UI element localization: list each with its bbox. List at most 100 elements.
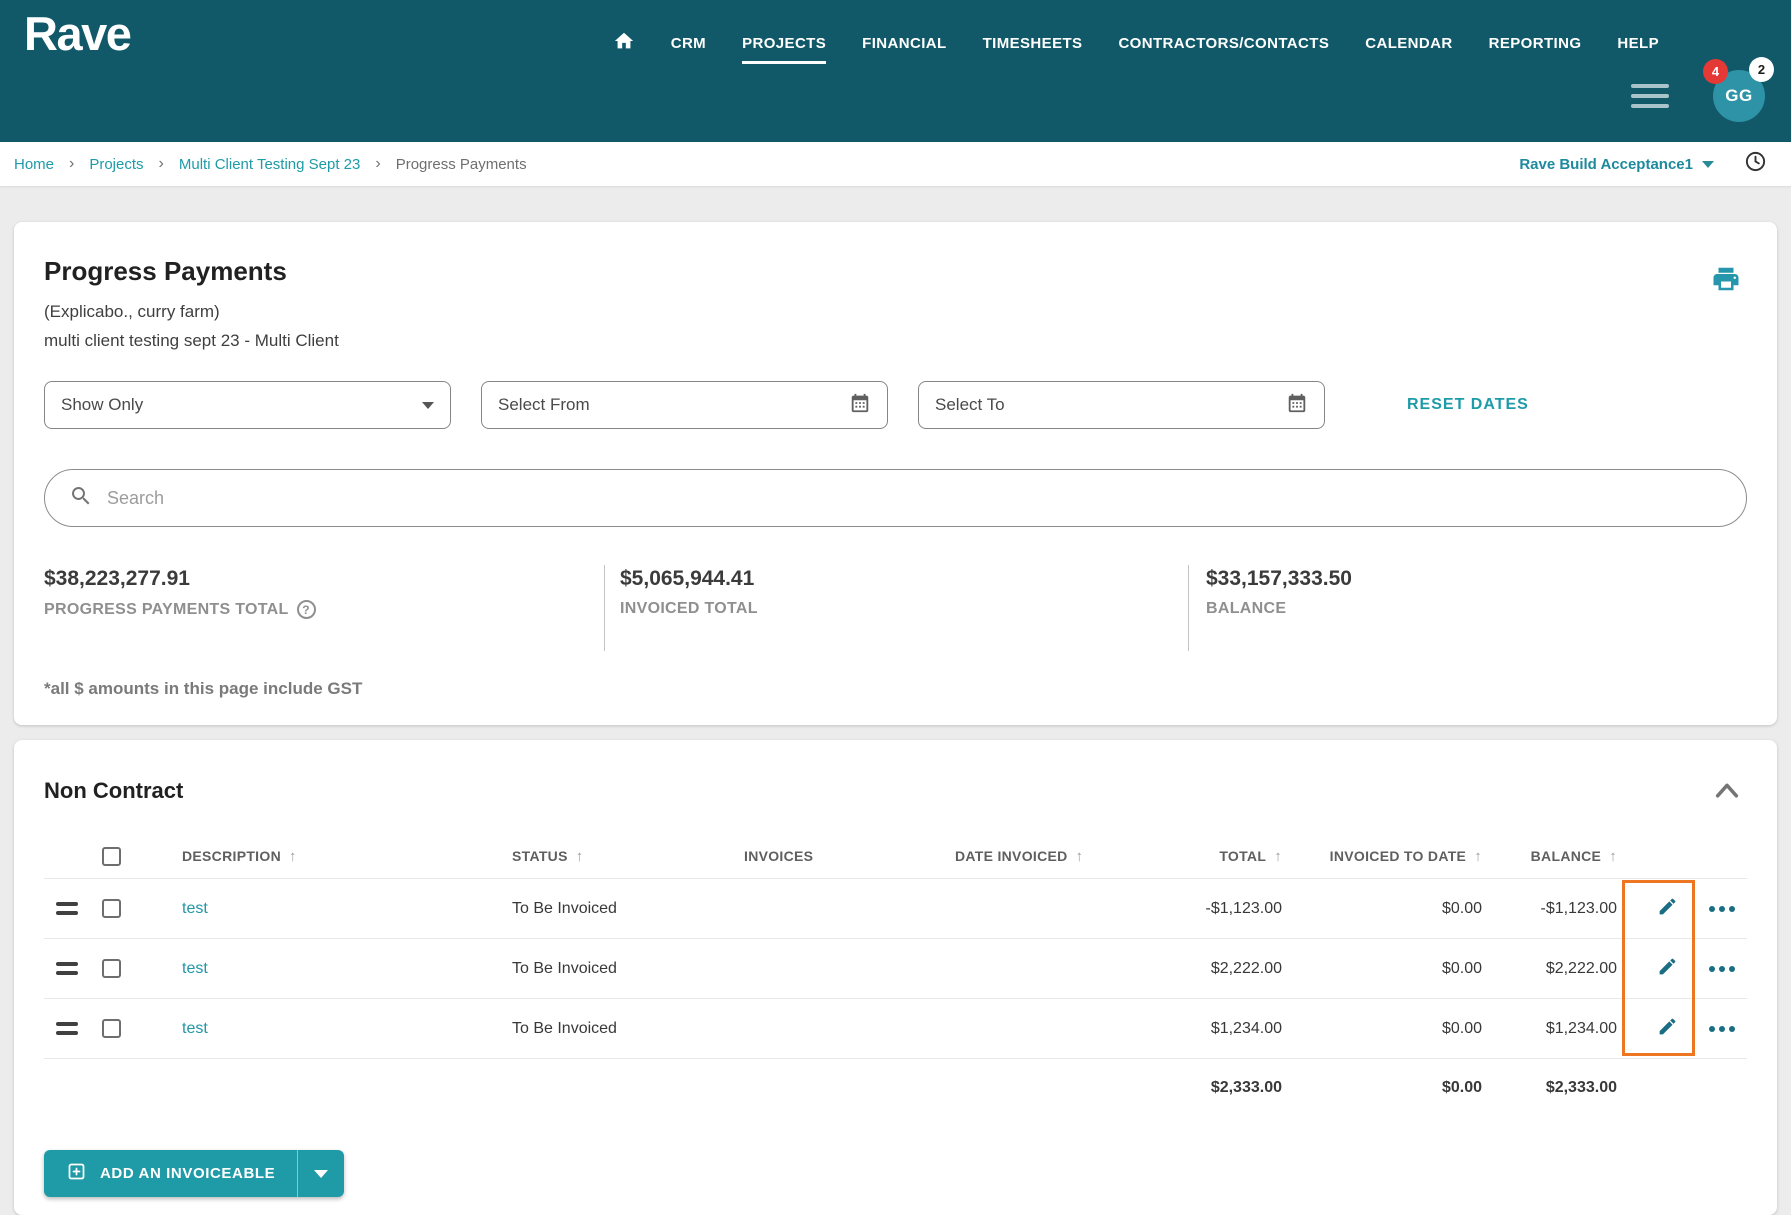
breadcrumb: Home › Projects › Multi Client Testing S… [14,155,527,173]
row-menu-button[interactable] [1709,965,1735,972]
invoiced-total-label: INVOICED TOTAL [620,600,758,617]
home-nav-button[interactable] [613,30,635,57]
drag-handle[interactable] [56,902,78,915]
pencil-icon [1657,956,1678,982]
totals-total: $2,333.00 [1210,1078,1282,1096]
nav-item-timesheets[interactable]: TIMESHEETS [983,35,1083,52]
page-subtitle-project: multi client testing sept 23 - Multi Cli… [44,331,339,350]
row-menu-button[interactable] [1709,905,1735,912]
progress-payments-total-label: PROGRESS PAYMENTS TOTAL [44,600,289,618]
plus-box-icon [66,1161,87,1186]
column-header-description[interactable]: DESCRIPTION ↑ [156,848,482,865]
breadcrumb-separator-icon: › [375,155,381,172]
totals-balance: $2,333.00 [1545,1078,1617,1096]
total-amount: $2,222.00 [1210,959,1282,977]
sort-asc-icon: ↑ [575,847,584,865]
show-only-dropdown[interactable]: Show Only [44,381,451,429]
home-icon [613,30,635,57]
breadcrumb-current-page: Progress Payments [395,155,527,173]
breadcrumb-project-name[interactable]: Multi Client Testing Sept 23 [179,156,361,173]
invoiced-to-date-amount: $0.00 [1441,899,1482,917]
progress-payments-total-value: $38,223,277.91 [44,567,190,590]
filters-row: Show Only Select From Select To RESET DA… [44,381,1747,429]
user-avatar-wrap: 4 2 GG [1703,57,1774,122]
description-link[interactable]: test [182,900,208,917]
workspace-selector[interactable]: Rave Build Acceptance1 [1519,156,1714,173]
column-header-balance[interactable]: BALANCE ↑ [1482,848,1617,865]
nav-item-calendar[interactable]: CALENDAR [1365,35,1452,52]
clock-icon [1744,150,1767,178]
pencil-icon [1657,896,1678,922]
chevron-up-icon [1713,783,1741,804]
table-row: test To Be Invoiced $1,234.00 $0.00 $1,2… [44,998,1747,1058]
nav-item-crm[interactable]: CRM [671,35,706,52]
nav-item-contractors-contacts[interactable]: CONTRACTORS/CONTACTS [1118,35,1329,52]
breadcrumb-separator-icon: › [69,155,75,172]
description-link[interactable]: test [182,1020,208,1037]
sort-asc-icon: ↑ [1474,847,1482,865]
help-icon[interactable]: ? [296,600,316,619]
row-menu-button[interactable] [1709,1025,1735,1032]
drag-handle[interactable] [56,962,78,975]
hamburger-menu-icon[interactable] [1631,80,1669,112]
column-header-date-invoiced[interactable]: DATE INVOICED ↑ [924,848,1134,865]
page-subtitle-clients: (Explicabo., curry farm) [44,302,220,321]
search-icon [69,484,93,513]
breadcrumb-bar: Home › Projects › Multi Client Testing S… [0,142,1791,186]
row-checkbox[interactable] [102,1019,121,1038]
select-from-date-input[interactable]: Select From [481,381,888,429]
edit-button[interactable] [1657,1016,1678,1042]
totals-invoiced-to-date: $0.00 [1441,1078,1482,1096]
breadcrumb-home[interactable]: Home [14,156,54,173]
column-header-total[interactable]: TOTAL ↑ [1134,848,1282,865]
status-text: To Be Invoiced [512,1019,617,1037]
select-all-checkbox[interactable] [102,846,121,866]
nav-item-financial[interactable]: FINANCIAL [862,35,946,52]
select-to-label: Select To [935,395,1005,414]
description-link[interactable]: test [182,960,208,977]
add-invoiceable-split-button: ADD AN INVOICEABLE [44,1150,345,1197]
nav-item-reporting[interactable]: REPORTING [1489,35,1582,52]
add-invoiceable-label: ADD AN INVOICEABLE [100,1165,276,1182]
select-to-date-input[interactable]: Select To [918,381,1325,429]
print-button[interactable] [1711,264,1741,299]
sort-asc-icon: ↑ [1075,847,1084,865]
table-header-row: DESCRIPTION ↑ STATUS ↑ INVOICES DATE INVOI… [44,834,1747,878]
page-title: Progress Payments [44,256,287,286]
sort-asc-icon: ↑ [288,847,297,865]
show-only-label: Show Only [61,395,144,414]
pencil-icon [1657,1016,1678,1042]
search-input[interactable] [107,487,1722,509]
column-header-status[interactable]: STATUS ↑ [482,848,712,865]
edit-button[interactable] [1657,956,1678,982]
search-bar [44,469,1747,527]
nav-item-help[interactable]: HELP [1617,35,1659,52]
invoiced-to-date-amount: $0.00 [1441,1019,1482,1037]
gst-note: *all $ amounts in this page include GST [44,679,363,698]
rave-logo[interactable]: Rave [24,6,132,61]
edit-button[interactable] [1657,896,1678,922]
invoiced-total-value: $5,065,944.41 [620,567,755,590]
notification-badge[interactable]: 4 [1703,59,1728,84]
row-checkbox[interactable] [102,959,121,978]
history-clock-button[interactable] [1744,150,1767,178]
progress-payments-card: Progress Payments (Explicabo., curry far… [14,222,1777,725]
breadcrumb-projects[interactable]: Projects [89,156,143,173]
invoiced-to-date-amount: $0.00 [1441,959,1482,977]
collapse-section-button[interactable] [1713,780,1741,805]
sort-asc-icon: ↑ [1274,847,1282,865]
calendar-icon [1286,392,1308,419]
balance-amount: -$1,123.00 [1540,899,1617,917]
drag-handle[interactable] [56,1022,78,1035]
balance-amount: $1,234.00 [1545,1019,1617,1037]
row-checkbox[interactable] [102,899,121,918]
reset-dates-button[interactable]: RESET DATES [1407,396,1529,414]
balance-label: BALANCE [1206,600,1287,617]
add-invoiceable-button[interactable]: ADD AN INVOICEABLE [44,1150,297,1197]
chevron-down-icon [422,401,434,409]
add-invoiceable-dropdown-button[interactable] [298,1150,344,1197]
select-from-label: Select From [498,395,590,414]
nav-item-projects[interactable]: PROJECTS [742,35,827,64]
message-badge[interactable]: 2 [1749,57,1774,82]
column-header-invoiced-to-date[interactable]: INVOICED TO DATE ↑ [1282,848,1482,865]
